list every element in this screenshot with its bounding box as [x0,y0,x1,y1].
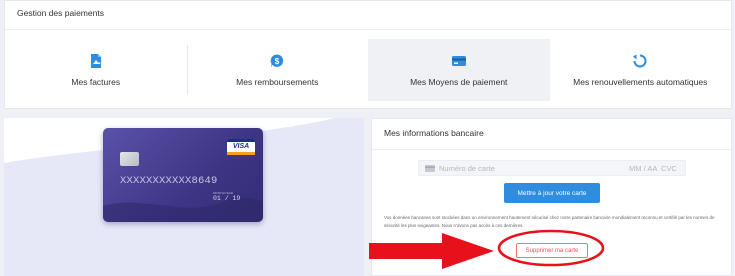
credit-card-preview: VISA XXXXXXXXXXX8649 MONTH/YEAR 01 / 19 [103,128,263,222]
card-number-placeholder[interactable]: Numéro de carte [439,164,495,173]
tab-label: Mes renouvellements automatiques [573,77,708,87]
delete-card-button[interactable]: Supprimer ma carte [516,243,588,258]
tab-label: Mes Moyens de paiement [410,77,508,87]
update-card-button[interactable]: Mettre à jour votre carte [504,183,600,203]
renew-icon [633,54,647,68]
refund-icon: $ [270,54,284,68]
panel-title: Mes informations bancaire [384,128,484,138]
bank-info-panel: Mes informations bancaire Numéro de cart… [371,118,732,276]
svg-text:$: $ [275,57,280,66]
tab-label: Mes remboursements [236,77,319,87]
tab-payment-methods[interactable]: Mes Moyens de paiement [368,39,550,101]
visa-logo-icon: VISA [227,139,255,155]
card-chip-icon [120,152,139,166]
invoice-icon [90,54,101,68]
page-title: Gestion des paiements [17,8,104,18]
tab-auto-renewals[interactable]: Mes renouvellements automatiques [550,39,732,101]
tab-refunds[interactable]: $ Mes remboursements [186,39,369,101]
credit-card-icon [451,56,466,66]
card-field-icon [425,165,435,172]
payment-tabs: Mes factures $ Mes remboursements Mes Mo… [5,39,731,101]
divider [5,29,731,30]
security-disclaimer: Vos données bancaires sont stockées dans… [384,215,715,228]
card-expiry: 01 / 19 [213,195,241,202]
card-number: XXXXXXXXXXX8649 [120,175,218,187]
card-expiry-placeholder[interactable]: MM / AA [629,164,657,173]
tab-invoices[interactable]: Mes factures [5,39,187,101]
payment-management-panel: Gestion des paiements Mes factures $ Mes… [4,0,732,109]
card-input-field[interactable]: Numéro de carte MM / AA CVC [418,160,686,176]
divider [372,149,731,150]
tab-label: Mes factures [71,77,121,87]
card-brand: VISA [232,143,250,150]
card-cvc-placeholder[interactable]: CVC [661,164,677,173]
